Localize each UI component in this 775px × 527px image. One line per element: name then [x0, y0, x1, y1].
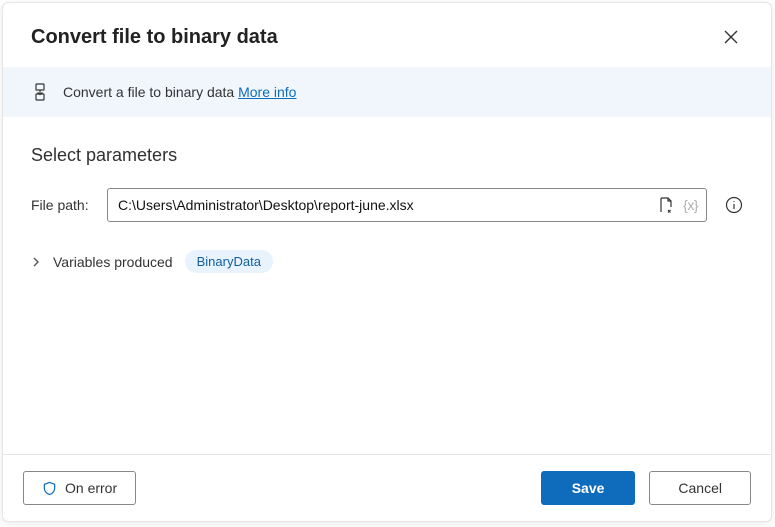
- save-button[interactable]: Save: [541, 471, 636, 505]
- variable-token-button[interactable]: {x}: [683, 197, 698, 213]
- dialog-container: Convert file to binary data Convert a fi…: [2, 2, 772, 522]
- info-banner: Convert a file to binary data More info: [3, 67, 771, 117]
- dialog-title: Convert file to binary data: [31, 26, 278, 49]
- file-path-input[interactable]: [118, 197, 651, 213]
- file-picker-button[interactable]: [657, 196, 675, 214]
- footer-actions: Save Cancel: [541, 471, 751, 505]
- on-error-label: On error: [65, 480, 117, 496]
- variable-badge[interactable]: BinaryData: [185, 250, 273, 273]
- file-picker-icon: [657, 196, 675, 214]
- variables-produced-label: Variables produced: [53, 254, 173, 270]
- dialog-header: Convert file to binary data: [3, 3, 771, 67]
- file-path-info[interactable]: [725, 196, 743, 214]
- section-title: Select parameters: [31, 145, 743, 166]
- close-icon: [724, 30, 738, 44]
- variables-produced-row[interactable]: Variables produced BinaryData: [31, 250, 743, 273]
- on-error-button[interactable]: On error: [23, 471, 136, 505]
- banner-text: Convert a file to binary data More info: [63, 84, 296, 100]
- input-icons: {x}: [657, 196, 698, 214]
- file-path-input-wrap: {x}: [107, 188, 707, 222]
- banner-message: Convert a file to binary data: [63, 84, 238, 100]
- convert-file-icon: [31, 83, 49, 101]
- dialog-footer: On error Save Cancel: [3, 454, 771, 521]
- cancel-label: Cancel: [678, 480, 722, 496]
- file-path-row: File path: {x}: [31, 188, 743, 222]
- dialog-content: Select parameters File path: {x}: [3, 117, 771, 454]
- file-path-label: File path:: [31, 197, 95, 213]
- close-button[interactable]: [715, 21, 747, 53]
- save-label: Save: [572, 480, 605, 496]
- more-info-link[interactable]: More info: [238, 84, 296, 100]
- info-icon: [725, 196, 743, 214]
- chevron-right-icon: [31, 257, 41, 267]
- shield-icon: [42, 481, 57, 496]
- cancel-button[interactable]: Cancel: [649, 471, 751, 505]
